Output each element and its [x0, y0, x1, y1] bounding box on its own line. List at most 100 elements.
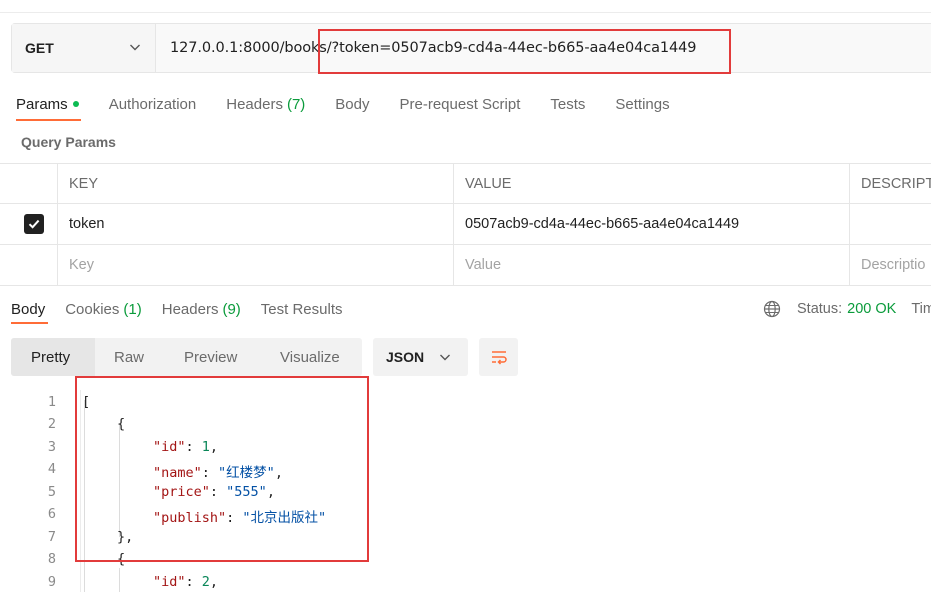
tab-params-label: Params	[16, 95, 68, 113]
wrap-lines-icon	[491, 351, 507, 365]
method-select[interactable]: GET	[12, 24, 156, 72]
tab-headers[interactable]: Headers (7)	[226, 92, 305, 116]
top-divider	[0, 12, 931, 13]
code-text: [	[82, 394, 91, 410]
query-params-title: Query Params	[21, 134, 116, 150]
json-value: "555"	[226, 484, 267, 500]
new-key-input[interactable]: Key	[57, 245, 453, 285]
tab-settings[interactable]: Settings	[615, 92, 669, 116]
active-response-tab-underline	[11, 322, 48, 324]
view-preview[interactable]: Preview	[184, 338, 237, 376]
tab-tests[interactable]: Tests	[550, 92, 585, 116]
code-text: {	[117, 551, 126, 567]
globe-icon[interactable]	[763, 300, 781, 318]
table-row: token 0507acb9-cd4a-44ec-b665-aa4e04ca14…	[0, 204, 931, 245]
code-text: "price": "555",	[153, 484, 275, 500]
response-body-code[interactable]: 1 [ 2 { 3 "id": 1, 4 "name": "红楼梦", 5 "p…	[0, 390, 931, 592]
code-line: 4	[0, 458, 56, 480]
line-number: 7	[47, 529, 56, 545]
param-key-field[interactable]: token	[57, 204, 453, 244]
json-value: 1	[201, 439, 210, 455]
gutter-divider	[80, 390, 81, 592]
tab-headers-count: (7)	[286, 95, 306, 113]
line-number: 8	[47, 551, 56, 567]
format-label: JSON	[386, 349, 425, 365]
code-text: "name": "红楼梦",	[153, 465, 283, 481]
code-text: {	[117, 416, 126, 432]
line-number: 5	[47, 484, 56, 500]
tab-prerequest[interactable]: Pre-request Script	[400, 92, 521, 116]
tab-headers-label: Headers	[226, 95, 283, 113]
json-key: "publish"	[153, 510, 227, 526]
tab-prerequest-label: Pre-request Script	[399, 95, 521, 113]
table-row-new: Key Value Descriptio	[0, 245, 931, 286]
tab-test-results[interactable]: Test Results	[261, 297, 343, 321]
column-header-key: KEY	[57, 164, 453, 204]
url-base: 127.0.0.1:8000/books/	[170, 40, 332, 56]
tab-cookies[interactable]: Cookies (1)	[65, 297, 142, 321]
line-number: 9	[47, 574, 56, 590]
table-header-row: KEY VALUE DESCRIPT	[0, 163, 931, 204]
line-number: 1	[47, 394, 56, 410]
tab-body-label: Body	[335, 95, 370, 113]
response-tabs: Body Cookies (1) Headers (9) Test Results	[11, 297, 363, 321]
tab-response-headers-label: Headers	[161, 300, 219, 318]
tab-settings-label: Settings	[615, 95, 670, 113]
time-label: Tim	[911, 301, 931, 317]
tab-response-headers[interactable]: Headers (9)	[162, 297, 241, 321]
tab-tests-label: Tests	[550, 95, 586, 113]
header-check-cell	[0, 164, 57, 204]
status-value[interactable]: 200 OK	[847, 301, 896, 317]
code-line: 9	[0, 571, 56, 592]
tab-authorization[interactable]: Authorization	[109, 92, 197, 116]
new-value-input[interactable]: Value	[453, 245, 849, 285]
new-row-check-cell	[0, 245, 57, 285]
code-line: 5	[0, 481, 56, 503]
code-line: 1	[0, 391, 56, 413]
chevron-down-icon	[440, 354, 450, 361]
json-key: "name"	[153, 465, 202, 481]
tab-test-results-label: Test Results	[260, 300, 343, 318]
method-label: GET	[25, 40, 54, 56]
line-number: 4	[47, 461, 56, 477]
tab-cookies-count: (1)	[123, 300, 142, 318]
code-text: "id": 2,	[153, 574, 219, 590]
url-query: ?token=0507acb9-cd4a-44ec-b665-aa4e04ca1…	[331, 40, 697, 56]
format-select[interactable]: JSON	[373, 338, 468, 376]
json-key: "price"	[153, 484, 210, 500]
json-key: "id"	[153, 574, 186, 590]
param-enabled-checkbox[interactable]	[23, 214, 44, 234]
request-tabs: Params Authorization Headers (7) Body Pre…	[16, 92, 700, 116]
row-check-cell	[0, 204, 57, 244]
tab-params[interactable]: Params	[16, 92, 79, 116]
new-description-input[interactable]: Descriptio	[849, 245, 931, 285]
param-description-field[interactable]	[849, 204, 931, 244]
param-value-field[interactable]: 0507acb9-cd4a-44ec-b665-aa4e04ca1449	[453, 204, 849, 244]
code-text: "id": 1,	[153, 439, 219, 455]
indent-guide	[119, 568, 120, 592]
column-header-description: DESCRIPT	[849, 164, 931, 204]
url-input[interactable]: 127.0.0.1:8000/books/?token=0507acb9-cd4…	[170, 24, 697, 72]
response-status: Status: 200 OK Tim	[763, 297, 931, 321]
json-value: 2	[201, 574, 210, 590]
indent-guide	[119, 423, 120, 537]
code-line: 6	[0, 503, 56, 525]
json-key: "id"	[153, 439, 186, 455]
tab-body[interactable]: Body	[335, 92, 369, 116]
code-line: 7	[0, 526, 56, 548]
code-line: 8	[0, 548, 56, 570]
tab-response-body[interactable]: Body	[11, 297, 45, 321]
query-params-table: KEY VALUE DESCRIPT token 0507acb9-cd4a-4…	[0, 163, 931, 286]
code-line: 3	[0, 436, 56, 458]
wrap-lines-button[interactable]	[479, 338, 518, 376]
view-raw[interactable]: Raw	[114, 338, 144, 376]
json-value: "红楼梦"	[218, 465, 275, 481]
line-number: 2	[47, 416, 56, 432]
tab-cookies-label: Cookies	[65, 300, 120, 318]
view-pretty[interactable]: Pretty	[11, 338, 95, 376]
tab-authorization-label: Authorization	[108, 95, 197, 113]
view-visualize[interactable]: Visualize	[280, 338, 340, 376]
view-mode-selector: Pretty Raw Preview Visualize	[11, 338, 362, 376]
active-tab-underline	[16, 119, 81, 121]
request-bar: GET 127.0.0.1:8000/books/?token=0507acb9…	[11, 23, 931, 73]
